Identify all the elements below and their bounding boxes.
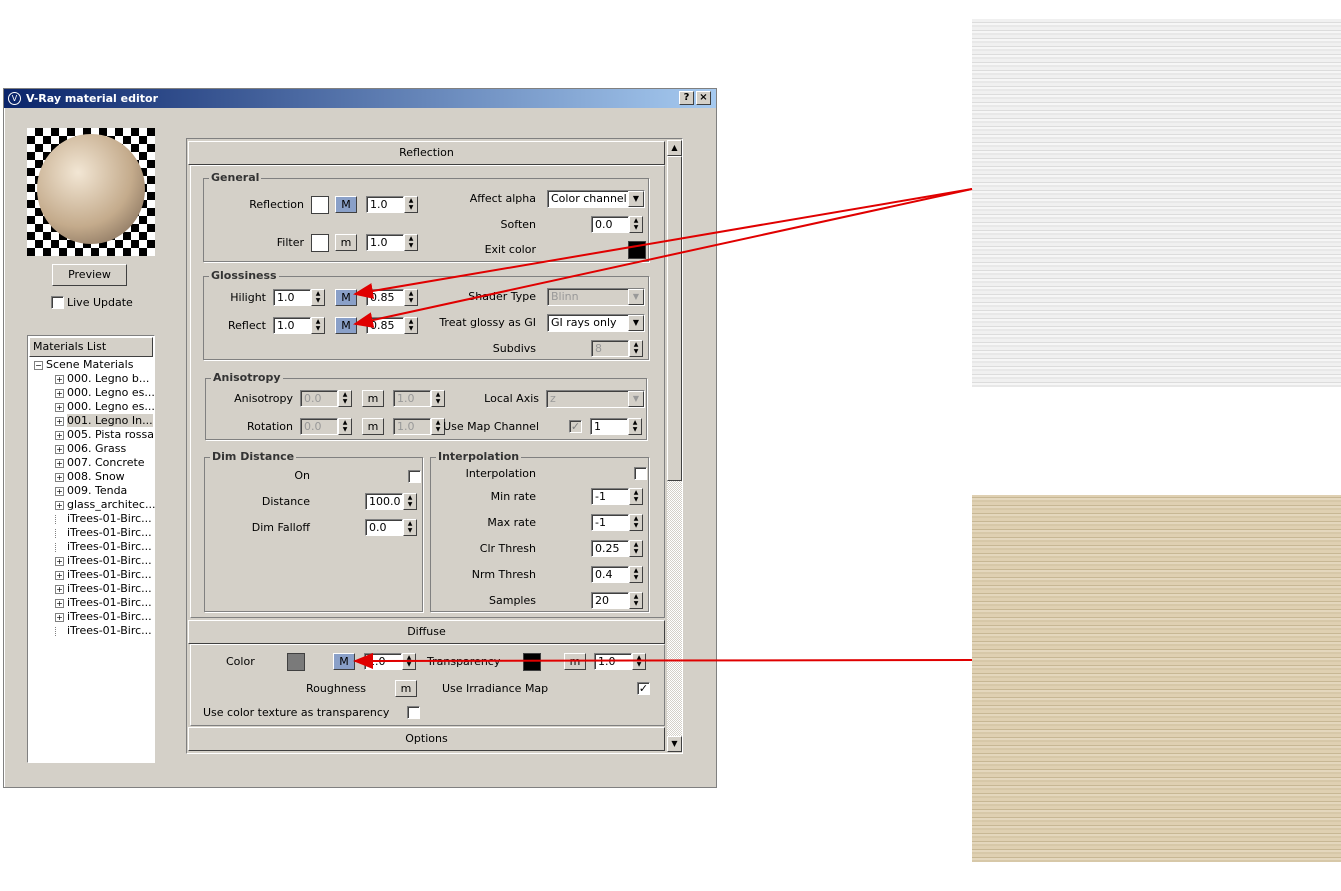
annotation-arrows <box>353 188 973 669</box>
arrow-to-diffuse <box>353 652 973 669</box>
arrow-to-hilight <box>353 188 973 299</box>
arrow-to-reflect <box>353 188 973 328</box>
